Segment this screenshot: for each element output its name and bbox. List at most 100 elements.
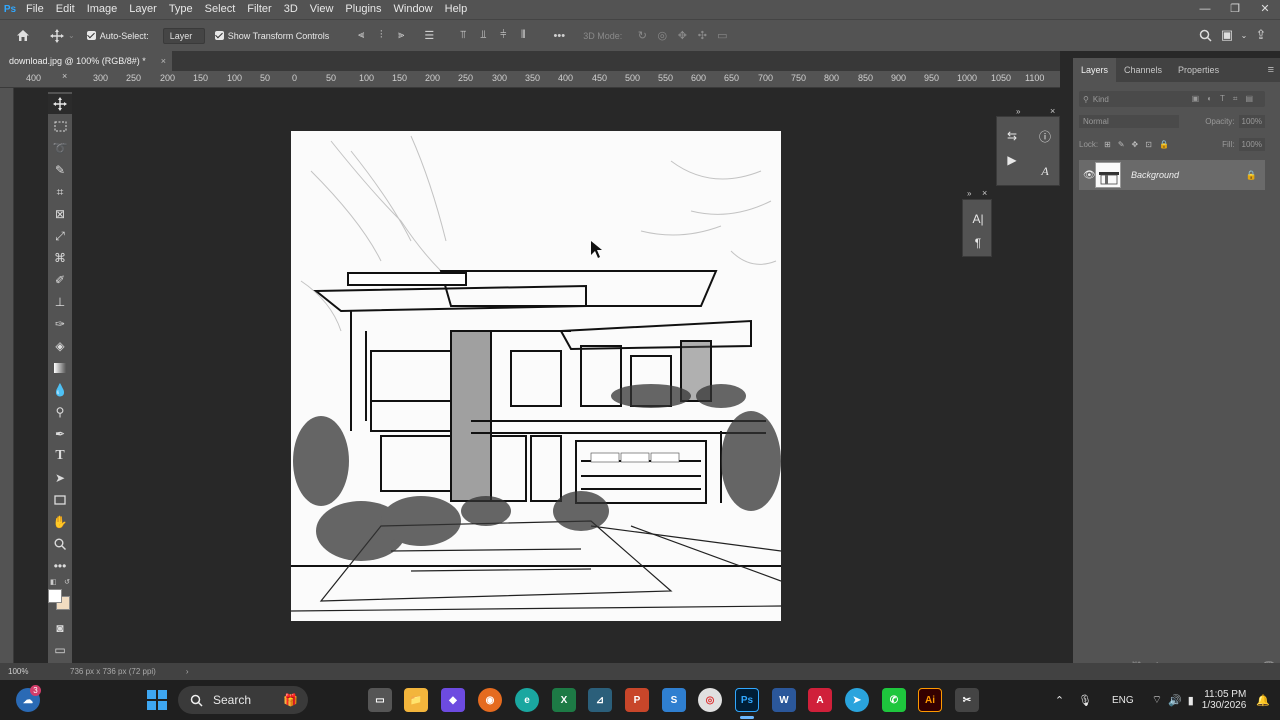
ruler-collapse-icon[interactable]: × bbox=[62, 71, 67, 81]
zoom-tool-icon[interactable] bbox=[48, 534, 72, 554]
quick-mask-icon[interactable]: ◙ bbox=[48, 618, 72, 638]
gradient-tool-icon[interactable] bbox=[48, 358, 72, 378]
phone-link-icon[interactable]: ✆ bbox=[882, 688, 906, 712]
illustrator-icon[interactable]: Ai bbox=[918, 688, 942, 712]
more-tools-icon[interactable]: ••• bbox=[48, 556, 72, 576]
align-center-icon[interactable]: ⫶ bbox=[371, 27, 391, 45]
history-icon[interactable]: ⇆ bbox=[1001, 125, 1023, 147]
align-left-icon[interactable]: ⫷ bbox=[351, 27, 371, 45]
filter-type-icons[interactable]: ▣◐T⌗▤ bbox=[1192, 94, 1265, 104]
stamp-tool-icon[interactable]: ⊥ bbox=[48, 292, 72, 312]
eraser-tool-icon[interactable]: ◈ bbox=[48, 336, 72, 356]
photoshop-taskbar-icon[interactable]: Ps bbox=[735, 688, 759, 712]
3d-drag-icon[interactable]: ✥ bbox=[672, 27, 692, 45]
menu-3d[interactable]: 3D bbox=[278, 0, 304, 19]
telegram-icon[interactable]: ➤ bbox=[845, 688, 869, 712]
rectangle-tool-icon[interactable] bbox=[48, 490, 72, 510]
history-brush-tool-icon[interactable]: ✑ bbox=[48, 314, 72, 334]
character-icon[interactable]: A| bbox=[967, 208, 989, 230]
auto-select-target-dropdown[interactable]: Layer bbox=[162, 27, 205, 44]
minimize-icon[interactable]: — bbox=[1190, 0, 1220, 19]
crop-tool-icon[interactable]: ⌗ bbox=[48, 182, 72, 202]
share-icon[interactable]: ⇪ bbox=[1250, 24, 1272, 46]
volume-icon[interactable]: 🔊 bbox=[1168, 694, 1182, 707]
show-hidden-icons-icon[interactable]: ⌃ bbox=[1055, 694, 1064, 707]
excel-icon[interactable]: X bbox=[552, 688, 576, 712]
close-panel-icon[interactable]: × bbox=[982, 188, 987, 198]
dodge-tool-icon[interactable]: ⚲ bbox=[48, 402, 72, 422]
menu-type[interactable]: Type bbox=[163, 0, 199, 19]
home-icon[interactable] bbox=[12, 25, 34, 47]
quick-select-tool-icon[interactable]: ✎ bbox=[48, 160, 72, 180]
fill-input[interactable]: 100% bbox=[1238, 138, 1265, 151]
brush-tool-icon[interactable]: ✐ bbox=[48, 270, 72, 290]
battery-icon[interactable]: ▮ bbox=[1188, 694, 1194, 707]
screen-mode-icon[interactable]: ▭ bbox=[48, 640, 72, 660]
snipping-tool-icon[interactable]: ✂ bbox=[955, 688, 979, 712]
collapse-panel-icon[interactable]: » bbox=[1016, 107, 1020, 116]
healing-tool-icon[interactable]: ⌘ bbox=[48, 248, 72, 268]
document-tab[interactable]: download.jpg @ 100% (RGB/8#) * × bbox=[0, 51, 172, 71]
copilot-icon[interactable]: ◆ bbox=[441, 688, 465, 712]
vertical-ruler[interactable] bbox=[0, 88, 14, 663]
chrome-icon[interactable]: ◎ bbox=[698, 688, 722, 712]
word-icon[interactable]: W bbox=[772, 688, 796, 712]
3d-roll-icon[interactable]: ◎ bbox=[652, 27, 672, 45]
pen-tool-icon[interactable]: ✒ bbox=[48, 424, 72, 444]
distribute-vertical-icon[interactable]: ⫴ bbox=[513, 27, 533, 45]
image-canvas[interactable] bbox=[291, 131, 781, 621]
3d-slide-icon[interactable]: ✣ bbox=[692, 27, 712, 45]
edge-icon[interactable]: e bbox=[515, 688, 539, 712]
firefox-icon[interactable]: ◉ bbox=[478, 688, 502, 712]
chevron-down-icon[interactable]: ⌄ bbox=[1238, 24, 1250, 46]
blend-mode-dropdown[interactable]: Normal bbox=[1079, 115, 1179, 128]
move-tool-icon[interactable] bbox=[48, 94, 72, 114]
notification-icon[interactable]: 🔔 bbox=[1256, 694, 1270, 707]
align-top-icon[interactable]: ⫪ bbox=[453, 27, 473, 45]
align-right-icon[interactable]: ⫸ bbox=[391, 27, 411, 45]
powerpoint-icon[interactable]: P bbox=[625, 688, 649, 712]
auto-select-checkbox[interactable]: Auto-Select: bbox=[86, 31, 149, 41]
3d-rotate-icon[interactable]: ↻ bbox=[632, 27, 652, 45]
eyedropper-tool-icon[interactable]: ⤢ bbox=[48, 226, 72, 246]
menu-help[interactable]: Help bbox=[439, 0, 474, 19]
3d-scale-icon[interactable]: ▭ bbox=[712, 27, 732, 45]
maximize-icon[interactable]: ❐ bbox=[1220, 0, 1250, 19]
zoom-level[interactable]: 100% bbox=[8, 667, 68, 676]
visibility-eye-icon[interactable]: 👁 bbox=[1083, 170, 1096, 181]
show-transform-checkbox[interactable]: Show Transform Controls bbox=[214, 31, 329, 41]
chevron-down-icon[interactable]: ⌄ bbox=[68, 31, 75, 40]
menu-select[interactable]: Select bbox=[199, 0, 242, 19]
taskbar-search[interactable]: Search 🎁 bbox=[178, 686, 308, 714]
frame-tool-icon[interactable]: ⊠ bbox=[48, 204, 72, 224]
info-icon[interactable]: ⓘ bbox=[1034, 125, 1056, 147]
paragraph-icon[interactable]: ¶ bbox=[967, 232, 989, 254]
close-icon[interactable]: ✕ bbox=[1250, 0, 1280, 19]
workspace-icon[interactable]: ▣ bbox=[1216, 24, 1238, 46]
tab-properties[interactable]: Properties bbox=[1170, 58, 1227, 82]
blur-tool-icon[interactable]: 💧 bbox=[48, 380, 72, 400]
menu-image[interactable]: Image bbox=[81, 0, 124, 19]
microphone-icon[interactable]: 🎙 bbox=[1078, 694, 1092, 707]
tab-channels[interactable]: Channels bbox=[1116, 58, 1170, 82]
actions-play-icon[interactable]: ▶ bbox=[1001, 149, 1023, 171]
search-icon[interactable] bbox=[1194, 24, 1216, 46]
path-select-tool-icon[interactable]: ➤ bbox=[48, 468, 72, 488]
menu-filter[interactable]: Filter bbox=[241, 0, 277, 19]
menu-view[interactable]: View bbox=[304, 0, 340, 19]
layer-row-background[interactable]: 👁 Background 🔒 bbox=[1079, 160, 1265, 190]
menu-plugins[interactable]: Plugins bbox=[339, 0, 387, 19]
glyphs-icon[interactable]: A bbox=[1034, 160, 1056, 182]
menu-layer[interactable]: Layer bbox=[123, 0, 163, 19]
hand-tool-icon[interactable]: ✋ bbox=[48, 512, 72, 532]
file-explorer-icon[interactable]: 📁 bbox=[404, 688, 428, 712]
close-panel-icon[interactable]: × bbox=[1050, 106, 1055, 116]
wifi-icon[interactable]: ⌔ bbox=[1152, 693, 1162, 707]
task-view-icon[interactable]: ▭ bbox=[368, 688, 392, 712]
lock-icons[interactable]: ⊞✎✥⊡🔒 bbox=[1104, 140, 1176, 149]
close-tab-icon[interactable]: × bbox=[161, 51, 166, 71]
move-tool-preset-icon[interactable] bbox=[46, 25, 68, 47]
layer-name[interactable]: Background bbox=[1131, 170, 1179, 180]
opacity-input[interactable]: 100% bbox=[1238, 115, 1265, 128]
distribute-icon[interactable]: ☰ bbox=[419, 27, 439, 45]
